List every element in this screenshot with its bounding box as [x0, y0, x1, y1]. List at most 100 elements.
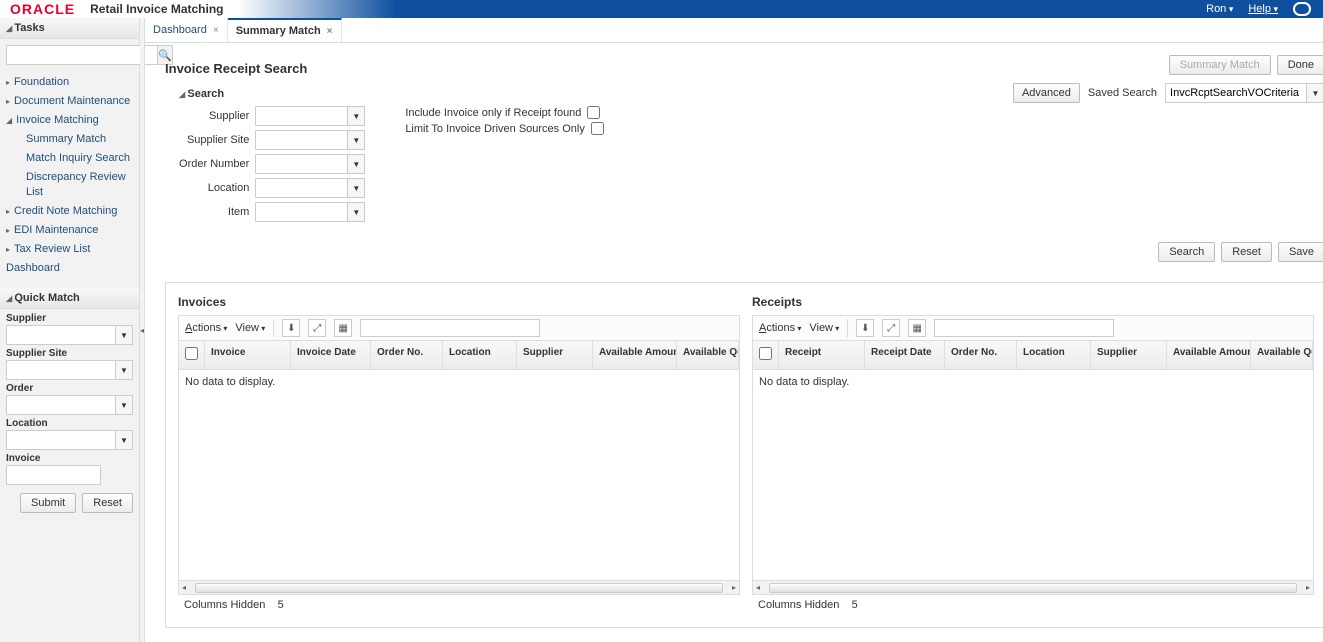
tree-credit-note[interactable]: Credit Note Matching	[6, 202, 133, 221]
receipts-h-scrollbar[interactable]	[753, 580, 1313, 594]
supplier-site-input[interactable]	[255, 130, 347, 150]
invoices-h-scrollbar[interactable]	[179, 580, 739, 594]
col-receipt-date[interactable]: Receipt Date	[865, 341, 945, 369]
qm-supplier-site-dd[interactable]: ▼	[115, 360, 133, 380]
qm-order-input[interactable]	[6, 395, 115, 415]
col-invoice-date[interactable]: Invoice Date	[291, 341, 371, 369]
col-supplier[interactable]: Supplier	[517, 341, 593, 369]
tree-discrepancy[interactable]: Discrepancy Review List	[6, 168, 133, 202]
user-menu[interactable]: Ron	[1206, 3, 1233, 15]
advanced-button[interactable]: Advanced	[1013, 83, 1080, 103]
tree-edi[interactable]: EDI Maintenance	[6, 221, 133, 240]
invoices-columns-hidden-count: 5	[278, 599, 284, 611]
invoices-actions-menu[interactable]: AActionsctions	[185, 322, 227, 334]
qm-invoice-input[interactable]	[6, 465, 101, 485]
receipts-body: No data to display.	[753, 370, 1313, 580]
oracle-o-icon[interactable]	[1293, 2, 1311, 16]
receipts-filter-input[interactable]	[934, 319, 1114, 337]
receipts-title: Receipts	[752, 295, 1314, 309]
save-button[interactable]: Save	[1278, 242, 1323, 262]
qm-order-label: Order	[6, 383, 133, 394]
saved-search-dd[interactable]: ▼	[1306, 84, 1323, 102]
tab-dashboard-close-icon[interactable]: ×	[213, 25, 219, 36]
done-button[interactable]: Done	[1277, 55, 1323, 75]
qm-supplier-input[interactable]	[6, 325, 115, 345]
help-menu[interactable]: Help	[1248, 3, 1278, 15]
invoices-panel: Invoices AActionsctions View ⬇ ⤢ ▦ Invo	[178, 295, 740, 615]
quick-match-panel-header[interactable]: Quick Match	[0, 288, 139, 309]
search-button[interactable]: Search	[1158, 242, 1215, 262]
tree-invoice-matching[interactable]: Invoice Matching	[6, 111, 133, 130]
qm-submit-button[interactable]: Submit	[20, 493, 76, 513]
tasks-search-input[interactable]	[6, 45, 157, 65]
order-number-dd[interactable]: ▼	[347, 154, 365, 174]
tab-summary-match[interactable]: Summary Match ×	[228, 18, 342, 42]
app-title: Retail Invoice Matching	[90, 2, 223, 16]
tree-tax-review[interactable]: Tax Review List	[6, 240, 133, 259]
qm-location-input[interactable]	[6, 430, 115, 450]
col-receipt[interactable]: Receipt	[779, 341, 865, 369]
saved-search-select[interactable]	[1166, 84, 1306, 102]
invoices-export-icon[interactable]: ⬇	[282, 319, 300, 337]
receipts-wrap-icon[interactable]: ▦	[908, 319, 926, 337]
col-location[interactable]: Location	[443, 341, 517, 369]
reset-button[interactable]: Reset	[1221, 242, 1272, 262]
receipts-view-menu[interactable]: View	[809, 322, 839, 334]
top-bar: ORACLE Retail Invoice Matching Ron Help	[0, 0, 1323, 18]
receipts-select-all[interactable]	[759, 347, 772, 360]
location-dd[interactable]: ▼	[347, 178, 365, 198]
limit-sources-checkbox[interactable]	[591, 122, 604, 135]
tree-foundation[interactable]: Foundation	[6, 73, 133, 92]
tab-dashboard[interactable]: Dashboard ×	[145, 18, 228, 42]
item-input[interactable]	[255, 202, 347, 222]
col-available-qty[interactable]: Available Quantity	[677, 341, 739, 369]
col-invoice[interactable]: Invoice	[205, 341, 291, 369]
tree-dashboard[interactable]: Dashboard	[6, 259, 133, 278]
saved-search-label: Saved Search	[1088, 87, 1157, 99]
invoices-detach-icon[interactable]: ⤢	[308, 319, 326, 337]
col-available-amount-r[interactable]: Available Amount	[1167, 341, 1251, 369]
supplier-site-dd[interactable]: ▼	[347, 130, 365, 150]
qm-location-dd[interactable]: ▼	[115, 430, 133, 450]
receipts-columns-hidden-count: 5	[852, 599, 858, 611]
order-number-input[interactable]	[255, 154, 347, 174]
summary-match-button[interactable]: Summary Match	[1169, 55, 1271, 75]
invoices-title: Invoices	[178, 295, 740, 309]
invoices-filter-input[interactable]	[360, 319, 540, 337]
col-order-no[interactable]: Order No.	[371, 341, 443, 369]
supplier-input[interactable]	[255, 106, 347, 126]
tab-dashboard-label: Dashboard	[153, 24, 207, 36]
qm-reset-button[interactable]: Reset	[82, 493, 133, 513]
qm-supplier-label: Supplier	[6, 313, 133, 324]
col-supplier-r[interactable]: Supplier	[1091, 341, 1167, 369]
location-input[interactable]	[255, 178, 347, 198]
tree-doc-maintenance[interactable]: Document Maintenance	[6, 92, 133, 111]
tree-match-inquiry[interactable]: Match Inquiry Search	[6, 149, 133, 168]
col-location-r[interactable]: Location	[1017, 341, 1091, 369]
location-label: Location	[179, 182, 249, 194]
invoices-wrap-icon[interactable]: ▦	[334, 319, 352, 337]
supplier-dd[interactable]: ▼	[347, 106, 365, 126]
receipts-actions-menu[interactable]: Actions	[759, 322, 801, 334]
sidebar: Tasks 🔍 Foundation Document Maintenance …	[0, 18, 140, 642]
receipts-detach-icon[interactable]: ⤢	[882, 319, 900, 337]
tab-summary-match-close-icon[interactable]: ×	[327, 26, 333, 37]
item-dd[interactable]: ▼	[347, 202, 365, 222]
include-invoice-checkbox[interactable]	[587, 106, 600, 119]
col-order-no-r[interactable]: Order No.	[945, 341, 1017, 369]
receipts-export-icon[interactable]: ⬇	[856, 319, 874, 337]
supplier-label: Supplier	[179, 110, 249, 122]
tree-summary-match[interactable]: Summary Match	[6, 130, 133, 149]
invoices-columns-hidden-label: Columns Hidden	[184, 599, 265, 611]
qm-supplier-site-input[interactable]	[6, 360, 115, 380]
qm-supplier-dd[interactable]: ▼	[115, 325, 133, 345]
oracle-logo: ORACLE	[10, 1, 75, 17]
qm-order-dd[interactable]: ▼	[115, 395, 133, 415]
col-available-amount[interactable]: Available Amount	[593, 341, 677, 369]
col-available-qty-r[interactable]: Available Quantity	[1251, 341, 1313, 369]
tasks-tree: Foundation Document Maintenance Invoice …	[0, 71, 139, 288]
invoices-view-menu[interactable]: View	[235, 322, 265, 334]
tasks-panel-header[interactable]: Tasks	[0, 18, 139, 39]
item-label: Item	[179, 206, 249, 218]
invoices-select-all[interactable]	[185, 347, 198, 360]
